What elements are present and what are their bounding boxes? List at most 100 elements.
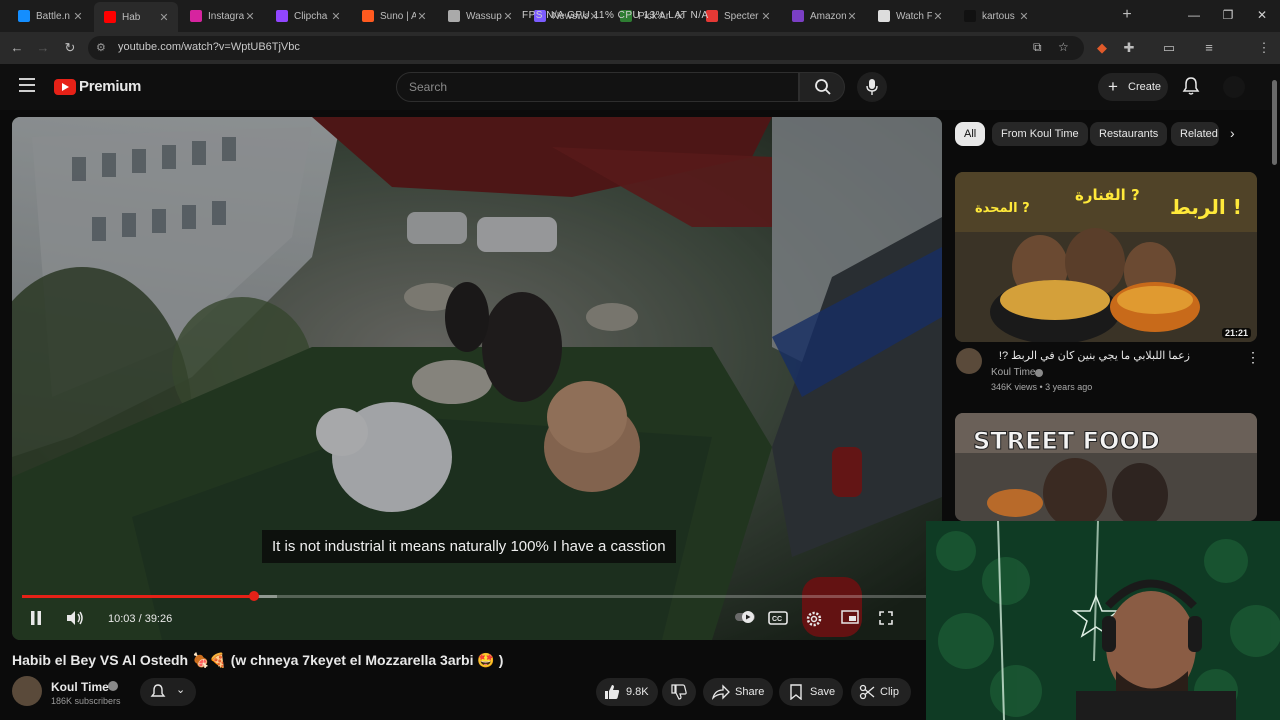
clip-label: Clip — [880, 686, 899, 698]
share-button[interactable]: Share — [703, 678, 773, 706]
chevron-right-icon[interactable]: › — [1230, 125, 1235, 141]
tab-favicon-icon — [104, 11, 116, 23]
tab-title: Wassup — [466, 10, 502, 22]
browser-tab[interactable]: Amazon ✕ — [782, 4, 866, 28]
chip-related[interactable]: Related — [1171, 122, 1219, 146]
tab-favicon-icon — [276, 10, 288, 22]
create-button[interactable]: + Create — [1098, 73, 1168, 101]
tab-close-icon[interactable]: ✕ — [932, 10, 944, 23]
browser-tab[interactable]: Clipcha ✕ — [266, 4, 350, 28]
autoplay-toggle-icon[interactable] — [734, 610, 755, 628]
tab-favicon-icon — [18, 10, 30, 22]
site-info-icon[interactable]: ⚙ — [96, 41, 106, 54]
side-panel-icon[interactable]: ▭ — [1161, 40, 1177, 56]
chip-from-channel[interactable]: From Koul Time — [992, 122, 1088, 146]
tab-close-icon[interactable]: ✕ — [760, 10, 772, 23]
recommendation-thumbnail[interactable]: الربط ! الفنارة ? المحدة ? 21:21 — [955, 172, 1257, 342]
tab-close-icon[interactable]: ✕ — [330, 10, 342, 23]
search-input[interactable]: Search — [396, 72, 799, 102]
recommendation-thumbnail[interactable]: STREET FOOD — [955, 413, 1257, 521]
close-window-icon[interactable]: ✕ — [1255, 8, 1269, 22]
browser-tab[interactable]: Wassup ✕ — [438, 4, 522, 28]
address-bar[interactable]: ⚙ youtube.com/watch?v=WptUB6TjVbc ⧉ ☆ — [88, 36, 1084, 60]
extensions-puzzle-icon[interactable]: ✚ — [1121, 40, 1137, 56]
thumb-text-3: المحدة ? — [975, 201, 1030, 216]
tab-close-icon[interactable]: ✕ — [244, 10, 256, 23]
more-options-icon[interactable]: ⋮ — [1246, 349, 1260, 366]
tab-favicon-icon — [878, 10, 890, 22]
like-count: 9.8K — [626, 686, 649, 698]
page-scrollbar[interactable] — [1271, 70, 1278, 720]
scrollbar-thumb[interactable] — [1272, 80, 1277, 165]
thumb-text-street-food: STREET FOOD — [973, 427, 1160, 455]
maximize-icon[interactable]: ❐ — [1221, 8, 1235, 22]
share-label: Share — [735, 686, 765, 698]
reload-icon[interactable]: ↻ — [62, 40, 78, 56]
thumbnail-image: STREET FOOD — [955, 413, 1257, 521]
tab-close-icon[interactable]: ✕ — [72, 10, 84, 23]
channel-name[interactable]: Koul Time — [51, 680, 109, 694]
back-icon[interactable]: ← — [9, 40, 25, 56]
notifications-bell-icon[interactable] — [1181, 76, 1201, 96]
media-controls-icon[interactable]: ≡ — [1201, 40, 1217, 56]
subscription-bell-button[interactable]: ⌄ — [140, 678, 196, 706]
tab-close-icon[interactable]: ✕ — [846, 10, 858, 23]
share-icon — [712, 684, 730, 700]
tab-close-icon[interactable]: ✕ — [416, 10, 428, 23]
cast-icon[interactable]: ⧉ — [1033, 40, 1042, 55]
browser-tab[interactable]: Hab ✕ — [94, 2, 178, 32]
video-player[interactable]: It is not industrial it means naturally … — [12, 117, 942, 640]
browser-tab[interactable]: Suno | A ✕ — [352, 4, 436, 28]
browser-menu-icon[interactable]: ⋮ — [1256, 40, 1272, 56]
recommendation-title[interactable]: زعما اللبلابي ما يجي بنين كان في الربط ?… — [990, 349, 1190, 362]
recommendation-meta: 346K views • 3 years ago — [991, 382, 1093, 392]
svg-text:CC: CC — [772, 616, 782, 623]
voice-search-button[interactable] — [857, 72, 887, 102]
progress-scrubber[interactable] — [248, 591, 259, 601]
minimize-icon[interactable]: — — [1187, 8, 1201, 22]
bookmark-star-icon[interactable]: ☆ — [1058, 40, 1069, 54]
tab-title: Specter — [724, 10, 759, 22]
browser-tab[interactable]: Instagra ✕ — [180, 4, 264, 28]
pause-icon[interactable] — [28, 610, 44, 628]
chip-restaurants[interactable]: Restaurants — [1090, 122, 1168, 146]
volume-icon[interactable] — [66, 610, 84, 628]
account-avatar[interactable] — [1223, 76, 1245, 98]
miniplayer-icon[interactable] — [841, 610, 859, 628]
youtube-logo-icon[interactable] — [54, 79, 76, 95]
browser-tab[interactable]: kartous ✕ — [954, 4, 1038, 28]
channel-avatar-small[interactable] — [956, 348, 982, 374]
logo-text[interactable]: Premium — [79, 78, 141, 95]
captions-icon[interactable]: CC — [768, 610, 788, 628]
dislike-button[interactable] — [662, 678, 696, 706]
recommendation-channel[interactable]: Koul Time — [991, 367, 1035, 378]
new-tab-button[interactable]: + — [1119, 6, 1135, 24]
tab-title: Clipcha — [294, 10, 328, 22]
save-label: Save — [810, 686, 836, 698]
video-title: Habib el Bey VS Al Ostedh 🍖🍕 (w chneya 7… — [12, 652, 504, 668]
fullscreen-icon[interactable] — [877, 610, 895, 628]
menu-icon[interactable] — [19, 78, 35, 92]
chevron-down-icon: ⌄ — [176, 684, 186, 696]
progress-bar[interactable] — [22, 591, 932, 601]
url-text[interactable]: youtube.com/watch?v=WptUB6TjVbc — [118, 41, 300, 53]
search-button[interactable] — [799, 72, 845, 102]
browser-tab[interactable]: Battle.n ✕ — [8, 4, 92, 28]
browser-tab[interactable]: Watch F ✕ — [868, 4, 952, 28]
tab-close-icon[interactable]: ✕ — [158, 11, 170, 24]
extension-brave-icon[interactable]: ◆ — [1094, 40, 1110, 56]
save-button[interactable]: Save — [779, 678, 843, 706]
tab-close-icon[interactable]: ✕ — [502, 10, 514, 23]
forward-icon[interactable]: → — [35, 40, 51, 56]
tab-close-icon[interactable]: ✕ — [1018, 10, 1030, 23]
tab-favicon-icon — [448, 10, 460, 22]
tab-favicon-icon — [362, 10, 374, 22]
bookmark-icon — [790, 684, 802, 700]
like-button[interactable]: 9.8K — [596, 678, 658, 706]
chip-all[interactable]: All — [955, 122, 986, 146]
tab-favicon-icon — [964, 10, 976, 22]
channel-avatar[interactable] — [12, 676, 42, 706]
settings-gear-icon[interactable] — [805, 610, 823, 628]
clip-button[interactable]: Clip — [851, 678, 911, 706]
scissors-icon — [859, 684, 875, 700]
